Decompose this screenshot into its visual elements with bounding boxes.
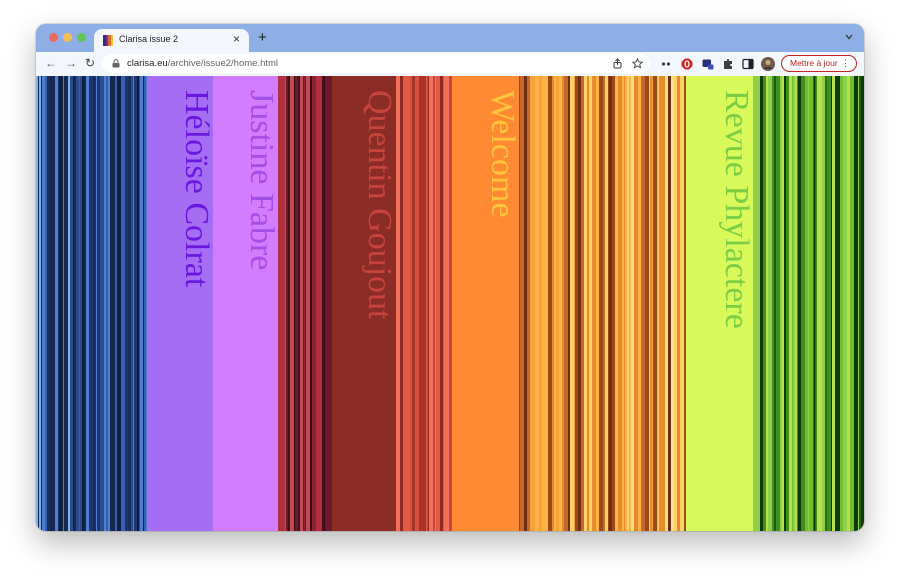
profile-avatar-icon[interactable]	[761, 57, 775, 71]
tab-strip: Clarisa issue 2 × +	[36, 24, 864, 53]
stripe-band-blue	[36, 76, 147, 531]
site-favicon-icon	[103, 35, 113, 46]
side-panel-icon[interactable]	[742, 58, 754, 70]
section-welcome[interactable]: Welcome	[452, 76, 521, 531]
page-content: Héloïse Colrat Justine Fabre Quentin Gou…	[36, 76, 864, 531]
stripe-band-green	[753, 76, 864, 531]
new-tab-button[interactable]: +	[258, 30, 267, 46]
puzzle-icon[interactable]	[722, 58, 734, 70]
url-path: /archive/issue2/home.html	[167, 58, 279, 69]
extension-badge-icon[interactable]	[702, 58, 714, 70]
address-bar[interactable]: clarisa.eu/archive/issue2/home.html	[102, 54, 650, 73]
tab-clarisa-issue-2[interactable]: Clarisa issue 2 ×	[94, 29, 249, 53]
section-revue-phylactere[interactable]: Revue Phylactere	[686, 76, 755, 531]
url-domain: clarisa.eu	[127, 58, 168, 69]
url-text: clarisa.eu/archive/issue2/home.html	[127, 58, 278, 69]
tab-title: Clarisa issue 2	[119, 34, 179, 44]
lock-icon	[112, 59, 120, 68]
section-label: Héloïse Colrat	[178, 90, 215, 288]
close-window-button[interactable]	[49, 33, 58, 42]
section-justine-fabre[interactable]: Justine Fabre	[213, 76, 280, 531]
zoom-window-button[interactable]	[77, 33, 86, 42]
stripe-band-red	[396, 76, 452, 531]
reload-button[interactable]: ↻	[85, 56, 95, 70]
section-quentin-goujout[interactable]: Quentin Goujout	[332, 76, 398, 531]
section-heloise-colrat[interactable]: Héloïse Colrat	[147, 76, 215, 531]
close-tab-icon[interactable]: ×	[233, 32, 240, 46]
back-button[interactable]: ←	[45, 56, 57, 70]
update-browser-button[interactable]: Mettre à jour ⋮	[781, 55, 857, 72]
section-label: Revue Phylactere	[718, 90, 755, 329]
section-label: Justine Fabre	[243, 90, 280, 271]
share-icon[interactable]	[612, 58, 623, 69]
section-label: Quentin Goujout	[361, 90, 398, 320]
stripe-band-orange	[519, 76, 686, 531]
adblock-extension-icon[interactable]	[681, 58, 693, 70]
section-label: Welcome	[484, 90, 521, 218]
forward-button[interactable]: →	[65, 56, 77, 70]
extension-keys-icon[interactable]	[660, 58, 672, 70]
browser-window: Clarisa issue 2 × + ← → ↻ clarisa.eu/arc…	[36, 24, 864, 531]
browser-toolbar: ← → ↻ clarisa.eu/archive/issue2/home.htm…	[36, 52, 864, 76]
update-button-label: Mettre à jour	[790, 58, 838, 68]
browser-menu-icon[interactable]: ⋮	[841, 56, 850, 71]
bookmark-star-icon[interactable]	[632, 58, 643, 69]
stripe-band-wine	[278, 76, 332, 531]
minimize-window-button[interactable]	[63, 33, 72, 42]
tab-search-chevron-icon[interactable]	[844, 32, 854, 42]
